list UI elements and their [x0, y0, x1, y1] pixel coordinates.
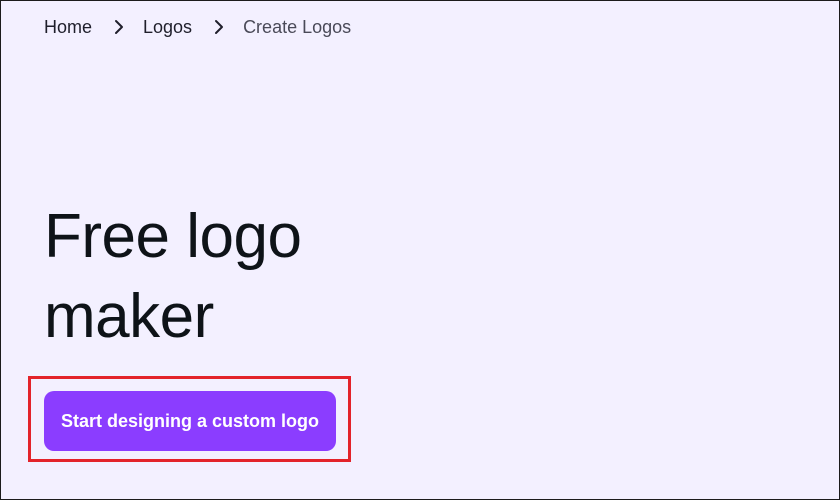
- breadcrumb-current-page: Create Logos: [243, 17, 352, 37]
- page-frame: Home Logos Create Logos Free logo maker …: [0, 0, 840, 500]
- breadcrumb-home-link[interactable]: Home: [44, 15, 92, 39]
- page-title: Free logo maker: [44, 197, 464, 357]
- breadcrumb: Home Logos Create Logos: [44, 15, 351, 39]
- page-title-line-2: maker: [44, 282, 214, 351]
- page-title-line-1: Free logo: [44, 202, 302, 271]
- breadcrumb-logos-link[interactable]: Logos: [143, 15, 192, 39]
- chevron-right-icon: [110, 15, 128, 39]
- start-designing-logo-button[interactable]: Start designing a custom logo: [44, 391, 336, 451]
- chevron-right-icon: [210, 15, 228, 39]
